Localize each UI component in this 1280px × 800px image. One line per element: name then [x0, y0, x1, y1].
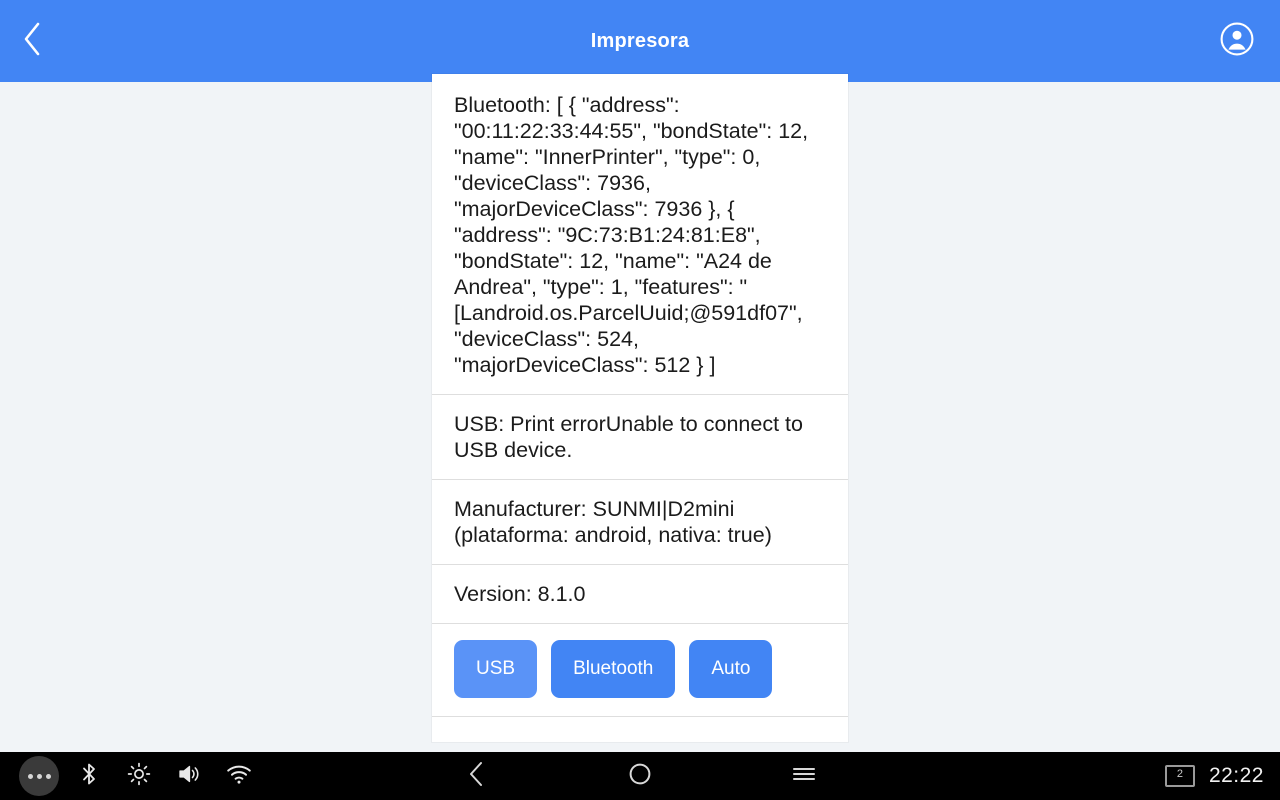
bluetooth-toggle[interactable]	[64, 752, 114, 800]
notification-badge[interactable]: 2	[1164, 765, 1195, 787]
nav-home-button[interactable]	[604, 752, 676, 800]
version-text: Version: 8.1.0	[454, 582, 586, 606]
nav-back-icon	[466, 760, 486, 793]
system-tray	[0, 752, 264, 800]
info-row-version: Version: 8.1.0	[432, 565, 848, 624]
more-dot	[45, 773, 51, 779]
navigation-bar	[440, 752, 840, 800]
brightness-toggle[interactable]	[114, 752, 164, 800]
volume-icon	[176, 762, 202, 791]
more-options-button[interactable]	[14, 752, 64, 800]
auto-button[interactable]: Auto	[689, 640, 773, 698]
usb-status-text: USB: Print errorUnable to connect to USB…	[454, 412, 809, 462]
more-dot	[27, 773, 33, 779]
nav-recents-icon	[791, 764, 817, 789]
account-button[interactable]	[1208, 0, 1266, 82]
clock: 22:22	[1208, 764, 1264, 787]
bluetooth-info-text: Bluetooth: [ { "address": "00:11:22:33:4…	[454, 93, 815, 377]
volume-toggle[interactable]	[164, 752, 214, 800]
content-area: Bluetooth: [ { "address": "00:11:22:33:4…	[0, 74, 1280, 752]
wifi-toggle[interactable]	[214, 752, 264, 800]
status-area: 2 22:22	[1164, 752, 1264, 800]
bluetooth-icon	[78, 761, 100, 792]
manufacturer-text: Manufacturer: SUNMI|D2mini (plataforma: …	[454, 497, 772, 547]
screen-root: Impresora Bluetooth: [ { "address": "00:…	[0, 0, 1280, 800]
system-bar: 2 22:22	[0, 752, 1280, 800]
wifi-icon	[226, 763, 252, 790]
chevron-left-icon	[21, 21, 43, 62]
more-dot	[36, 773, 42, 779]
app-bar: Impresora	[0, 0, 1280, 82]
printer-info-card: Bluetooth: [ { "address": "00:11:22:33:4…	[432, 74, 848, 742]
nav-home-icon	[628, 762, 652, 791]
page-title: Impresora	[590, 29, 690, 52]
back-button[interactable]	[0, 0, 64, 82]
info-row-bluetooth: Bluetooth: [ { "address": "00:11:22:33:4…	[432, 74, 848, 395]
printer-mode-buttons: USB Bluetooth Auto	[432, 624, 848, 717]
info-row-manufacturer: Manufacturer: SUNMI|D2mini (plataforma: …	[432, 480, 848, 565]
account-circle-icon	[1220, 22, 1254, 61]
brightness-icon	[127, 762, 151, 791]
more-options-icon	[19, 756, 59, 796]
nav-back-button[interactable]	[440, 752, 512, 800]
nav-recents-button[interactable]	[768, 752, 840, 800]
usb-button[interactable]: USB	[454, 640, 538, 698]
bluetooth-button[interactable]: Bluetooth	[551, 640, 676, 698]
info-row-usb: USB: Print errorUnable to connect to USB…	[432, 395, 848, 480]
